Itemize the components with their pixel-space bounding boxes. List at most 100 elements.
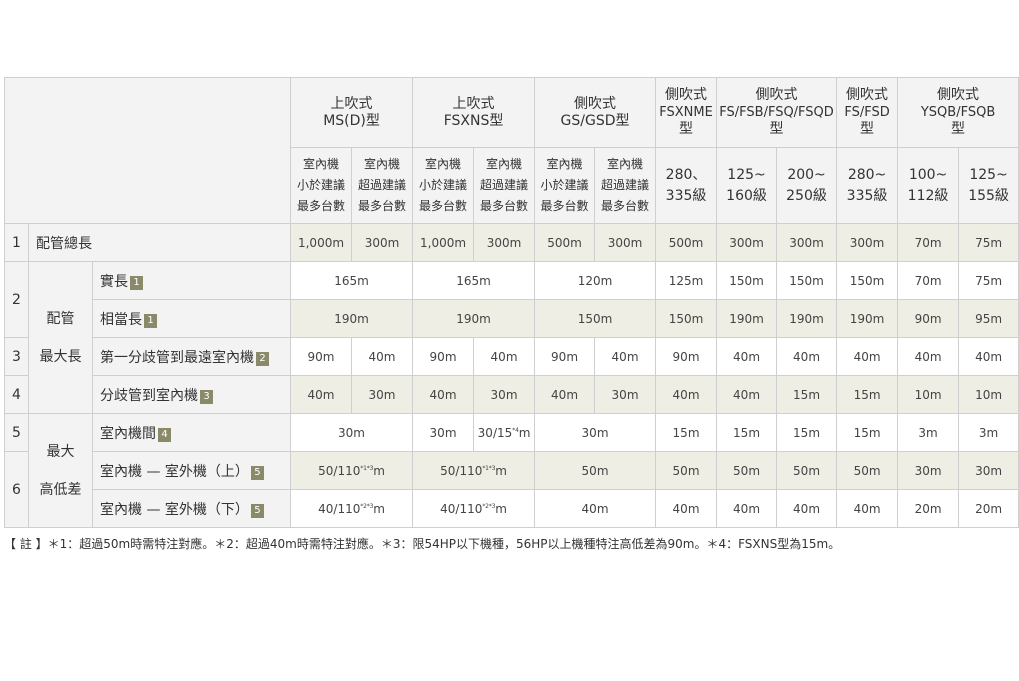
sub-col-fs-125-160: 125~ 160級 (716, 147, 778, 224)
table-row: 1 配管總長 1,000m 300m 1,000m 300m 500m 300m… (4, 223, 1019, 262)
sub-col-ysqb-100-112: 100~ 112級 (897, 147, 960, 224)
sub-col-fsxnme: 280、 335級 (655, 147, 718, 224)
table-cell: 190m (290, 299, 414, 338)
row-number: 2 (4, 261, 29, 338)
table-cell: 40m (655, 375, 718, 414)
table-cell: 165m (290, 261, 414, 300)
table-cell: 190m (716, 299, 778, 338)
table-cell: 1,000m (412, 223, 475, 262)
table-cell: 165m (412, 261, 536, 300)
table-cell: 150m (716, 261, 778, 300)
sub-col-fs-200-250: 200~ 250級 (776, 147, 838, 224)
col-group-ms: 上吹式 MS(D)型 (290, 77, 414, 148)
table-cell: 40m (897, 337, 960, 376)
col-group-gs: 側吹式 GS/GSD型 (534, 77, 657, 148)
table-cell: 3m (958, 413, 1019, 452)
col-group-fsxns: 上吹式 FSXNS型 (412, 77, 536, 148)
table-cell: 3m (897, 413, 960, 452)
col-group-ysqb: 側吹式 YSQB/FSQB 型 (897, 77, 1019, 148)
note-badge: 2 (256, 351, 269, 366)
table-row: 4 分歧管到室內機 3 40m 30m 40m 30m 40m 30m 40m 4… (4, 375, 1019, 414)
col-group-fs-fsb-fsq: 側吹式 FS/FSB/FSQ/FSQD 型 (716, 77, 838, 148)
row-label: 室內機間 4 (91, 413, 292, 452)
table-cell: 190m (412, 299, 536, 338)
row-number: 1 (4, 223, 29, 262)
row-label: 實長 1 (91, 261, 292, 300)
row-number: 6 (4, 451, 29, 528)
table-cell: 15m (776, 413, 838, 452)
table-cell: 50/110*1*3m (412, 451, 536, 490)
table-cell: 75m (958, 223, 1019, 262)
table-row: 相當長 1 190m 190m 150m 150m 190m 190m 190m … (5, 299, 1019, 338)
corner-cell (3, 77, 292, 224)
table-cell: 500m (534, 223, 596, 262)
sub-col-ms-under: 室內機 小於建議 最多台數 (290, 147, 353, 224)
table-cell: 15m (716, 413, 778, 452)
table-cell: 40m (716, 489, 778, 528)
table-cell: 70m (897, 261, 960, 300)
table-cell: 50m (534, 451, 657, 490)
note-badge: 1 (144, 313, 157, 328)
sub-col-fsd-280-335: 280~ 335級 (836, 147, 899, 224)
note-badge: 1 (130, 275, 143, 290)
row-group-label: 配管 最大長 (28, 261, 93, 414)
table-cell: 40m (716, 375, 778, 414)
table-cell: 500m (655, 223, 718, 262)
table-cell: 190m (776, 299, 838, 338)
table-cell: 40m (534, 375, 596, 414)
table-cell: 40m (776, 489, 838, 528)
row-group-label: 最大 高低差 (28, 413, 93, 528)
table-cell: 300m (836, 223, 899, 262)
table-cell: 125m (655, 261, 718, 300)
table-row: 室內機 — 室外機（下） 5 40/110*2*3m 40/110*2*3m 40… (5, 489, 1019, 528)
table-cell: 300m (594, 223, 657, 262)
table-cell: 10m (897, 375, 960, 414)
sub-col-gs-under: 室內機 小於建議 最多台數 (534, 147, 596, 224)
table-cell: 15m (836, 413, 899, 452)
table-cell: 15m (655, 413, 718, 452)
row-label: 配管總長 (27, 223, 292, 262)
table-cell: 50m (655, 451, 718, 490)
table-cell: 40m (534, 489, 657, 528)
table-cell: 30m (897, 451, 960, 490)
table-cell: 30m (958, 451, 1019, 490)
table-cell: 40m (351, 337, 414, 376)
table-cell: 50m (836, 451, 899, 490)
row-label: 相當長 1 (91, 299, 292, 338)
table-cell: 40/110*2*3m (290, 489, 414, 528)
table-cell: 90m (534, 337, 596, 376)
table-cell: 30m (473, 375, 536, 414)
table-row: 6 室內機 — 室外機（上） 5 50/110*1*3m 50/110*1*3m … (4, 451, 1019, 528)
table-cell: 300m (351, 223, 414, 262)
table-cell: 150m (836, 261, 899, 300)
table-cell: 50/110*1*3m (290, 451, 414, 490)
table-cell: 300m (716, 223, 778, 262)
table-row: 2 配管 最大長 實長 1 165m 165m 120m 125m 150m 150… (4, 261, 1019, 414)
table-cell: 40/110*2*3m (412, 489, 536, 528)
sub-col-fsxns-under: 室內機 小於建議 最多台數 (412, 147, 475, 224)
table-cell: 90m (655, 337, 718, 376)
table-cell: 300m (473, 223, 536, 262)
sub-col-ysqb-125-155: 125~ 155級 (958, 147, 1019, 224)
table-cell: 40m (776, 337, 838, 376)
table-cell: 30/15*4m (473, 413, 536, 452)
row-label: 第一分歧管到最遠室內機 2 (91, 337, 292, 376)
table-cell: 150m (534, 299, 657, 338)
row-number: 4 (4, 375, 29, 414)
table-cell: 150m (776, 261, 838, 300)
table-cell: 90m (897, 299, 960, 338)
note-badge: 5 (250, 503, 264, 518)
table-cell: 150m (655, 299, 718, 338)
table-cell: 40m (836, 337, 899, 376)
table-cell: 90m (412, 337, 475, 376)
row-number: 3 (4, 337, 29, 376)
table-cell: 95m (958, 299, 1019, 338)
table-cell: 15m (836, 375, 899, 414)
table-cell: 90m (290, 337, 353, 376)
table-cell: 15m (776, 375, 838, 414)
table-cell: 30m (594, 375, 657, 414)
table-cell: 40m (290, 375, 353, 414)
col-group-fs-fsd: 側吹式 FS/FSD 型 (836, 77, 899, 148)
table-cell: 40m (594, 337, 657, 376)
table-cell: 30m (412, 413, 475, 452)
